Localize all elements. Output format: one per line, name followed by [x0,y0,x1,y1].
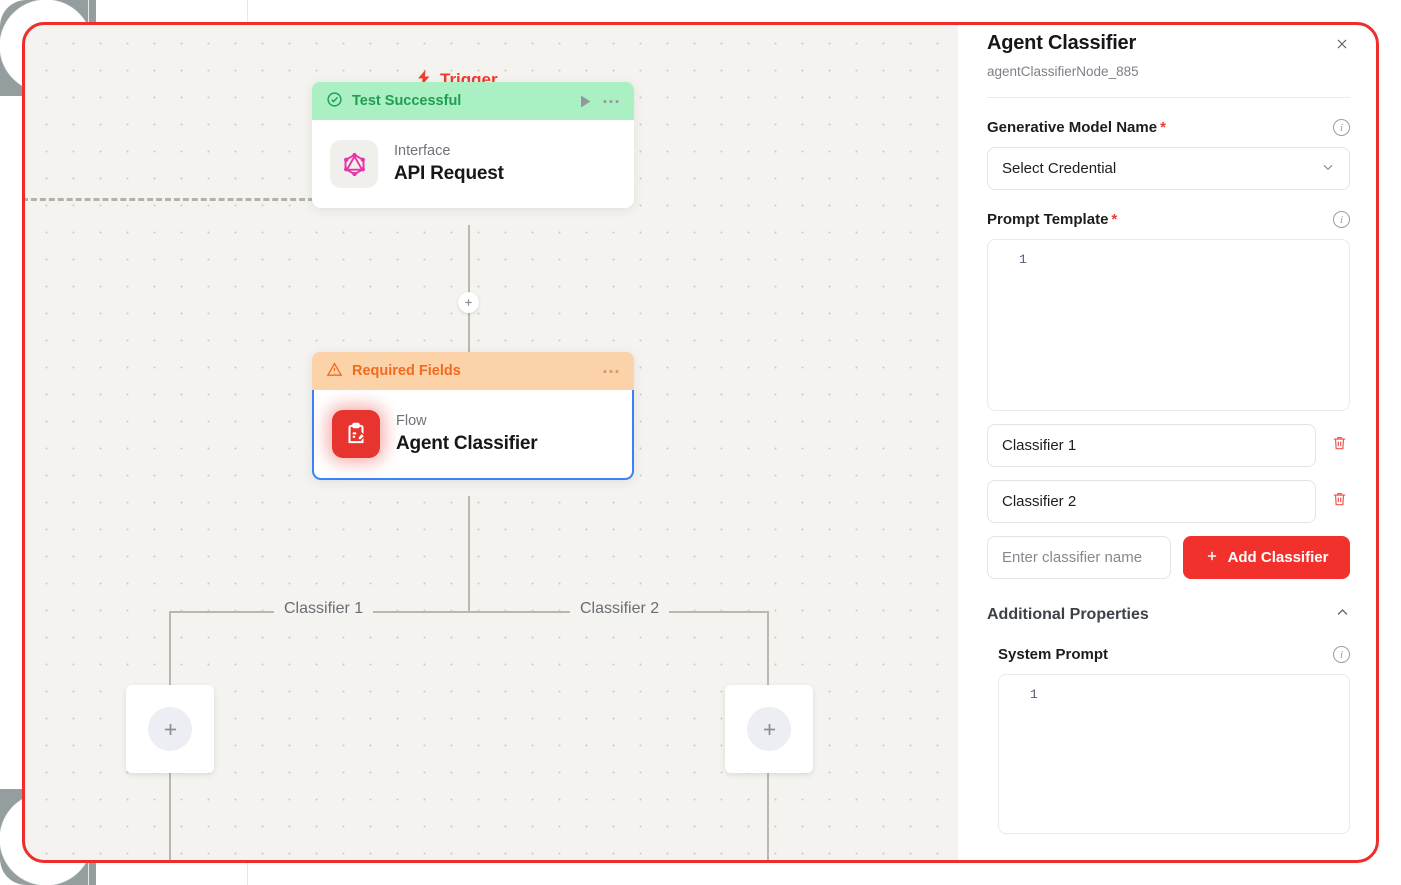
delete-classifier-1-button[interactable] [1328,435,1350,457]
classifier-value: Classifier 1 [1002,437,1077,454]
add-classifier-row: Enter classifier name Add Classifier [987,536,1350,579]
branch-label-classifier-1: Classifier 1 [274,600,374,618]
required-asterisk: * [1111,211,1118,228]
field-prompt-template: Prompt Template * i 1 [987,211,1350,411]
edge-api-to-classifier [468,225,470,353]
field-label-text: Prompt Template [987,211,1109,228]
node-api-request[interactable]: Test Successful … Interface API Request [312,82,634,208]
info-icon[interactable]: i [1333,211,1350,228]
edge-branch-bus [170,611,768,613]
node-title: API Request [394,163,504,184]
workflow-canvas[interactable]: Trigger Test Successful … Interface API … [22,22,958,863]
field-label: Prompt Template * [987,211,1117,228]
panel-node-id: agentClassifierNode_885 [987,64,1139,79]
check-circle-icon [326,91,343,112]
additional-properties-label: Additional Properties [987,606,1149,623]
node-body-api-request[interactable]: Interface API Request [312,120,634,208]
node-text-agent-classifier: Flow Agent Classifier [396,413,538,455]
field-system-prompt: System Prompt i 1 [987,646,1350,834]
warning-triangle-icon [326,361,343,382]
node-kind: Interface [394,143,451,159]
info-icon[interactable]: i [1333,119,1350,136]
node-kind: Flow [396,413,427,429]
node-text-api-request: Interface API Request [394,143,504,185]
required-asterisk: * [1160,119,1166,136]
add-node-placeholder-right[interactable] [725,685,813,773]
classifier-input-2[interactable]: Classifier 2 [987,480,1316,523]
panel-header: Agent Classifier agentClassifierNode_885 [987,22,1350,79]
add-node-placeholder-left[interactable] [126,685,214,773]
prompt-template-editor[interactable]: 1 [987,239,1350,411]
editor-line-number: 1 [1019,252,1027,267]
node-menu-button[interactable]: … [602,358,623,379]
edge-add-node-button[interactable] [458,292,479,313]
panel-divider [987,97,1350,98]
node-status-label: Test Successful [352,93,462,109]
close-icon[interactable] [1330,32,1354,56]
chevron-down-icon [1321,160,1335,178]
branch-label-classifier-2: Classifier 2 [570,600,670,618]
trash-icon [1331,490,1348,513]
field-label-text: System Prompt [998,646,1109,663]
classifier-row: Classifier 2 [987,480,1350,523]
classifier-row: Classifier 1 [987,424,1350,467]
new-classifier-input[interactable]: Enter classifier name [987,536,1171,579]
plus-icon [1205,549,1219,567]
run-node-button[interactable] [577,93,593,110]
node-properties-panel: Agent Classifier agentClassifierNode_885… [958,22,1379,863]
add-classifier-button[interactable]: Add Classifier [1183,536,1350,579]
plus-icon [148,707,192,751]
classifier-value: Classifier 2 [1002,493,1077,510]
clipboard-edit-icon [332,410,380,458]
incoming-dashed-edge [22,198,314,201]
field-label: Generative Model Name * [987,119,1166,136]
field-label: System Prompt [998,646,1111,663]
field-generative-model-name: Generative Model Name * i Select Credenti… [987,119,1350,190]
node-agent-classifier[interactable]: Required Fields … Flow Agent Classifier [312,352,634,480]
node-body-agent-classifier[interactable]: Flow Agent Classifier [312,390,634,480]
classifier-input-1[interactable]: Classifier 1 [987,424,1316,467]
edge-classifier-stem [468,496,470,612]
editor-line-number: 1 [1030,687,1038,702]
credential-select-value: Select Credential [1002,160,1117,177]
node-menu-button[interactable]: … [602,88,623,109]
chevron-up-icon [1335,605,1350,625]
app-root: Trigger Test Successful … Interface API … [0,0,1401,885]
field-label-text: Generative Model Name [987,119,1158,136]
delete-classifier-2-button[interactable] [1328,491,1350,513]
node-status-header-warning: Required Fields … [312,352,634,390]
add-classifier-label: Add Classifier [1227,549,1329,566]
node-status-label: Required Fields [352,363,461,379]
plus-icon [747,707,791,751]
system-prompt-editor[interactable]: 1 [998,674,1350,834]
new-classifier-placeholder: Enter classifier name [1002,549,1143,566]
additional-properties-section-toggle[interactable]: Additional Properties [987,605,1350,625]
node-title: Agent Classifier [396,433,538,454]
graphql-icon [330,140,378,188]
trash-icon [1331,434,1348,457]
node-status-header-success: Test Successful … [312,82,634,120]
info-icon[interactable]: i [1333,646,1350,663]
credential-select[interactable]: Select Credential [987,147,1350,190]
panel-title: Agent Classifier [987,32,1137,54]
